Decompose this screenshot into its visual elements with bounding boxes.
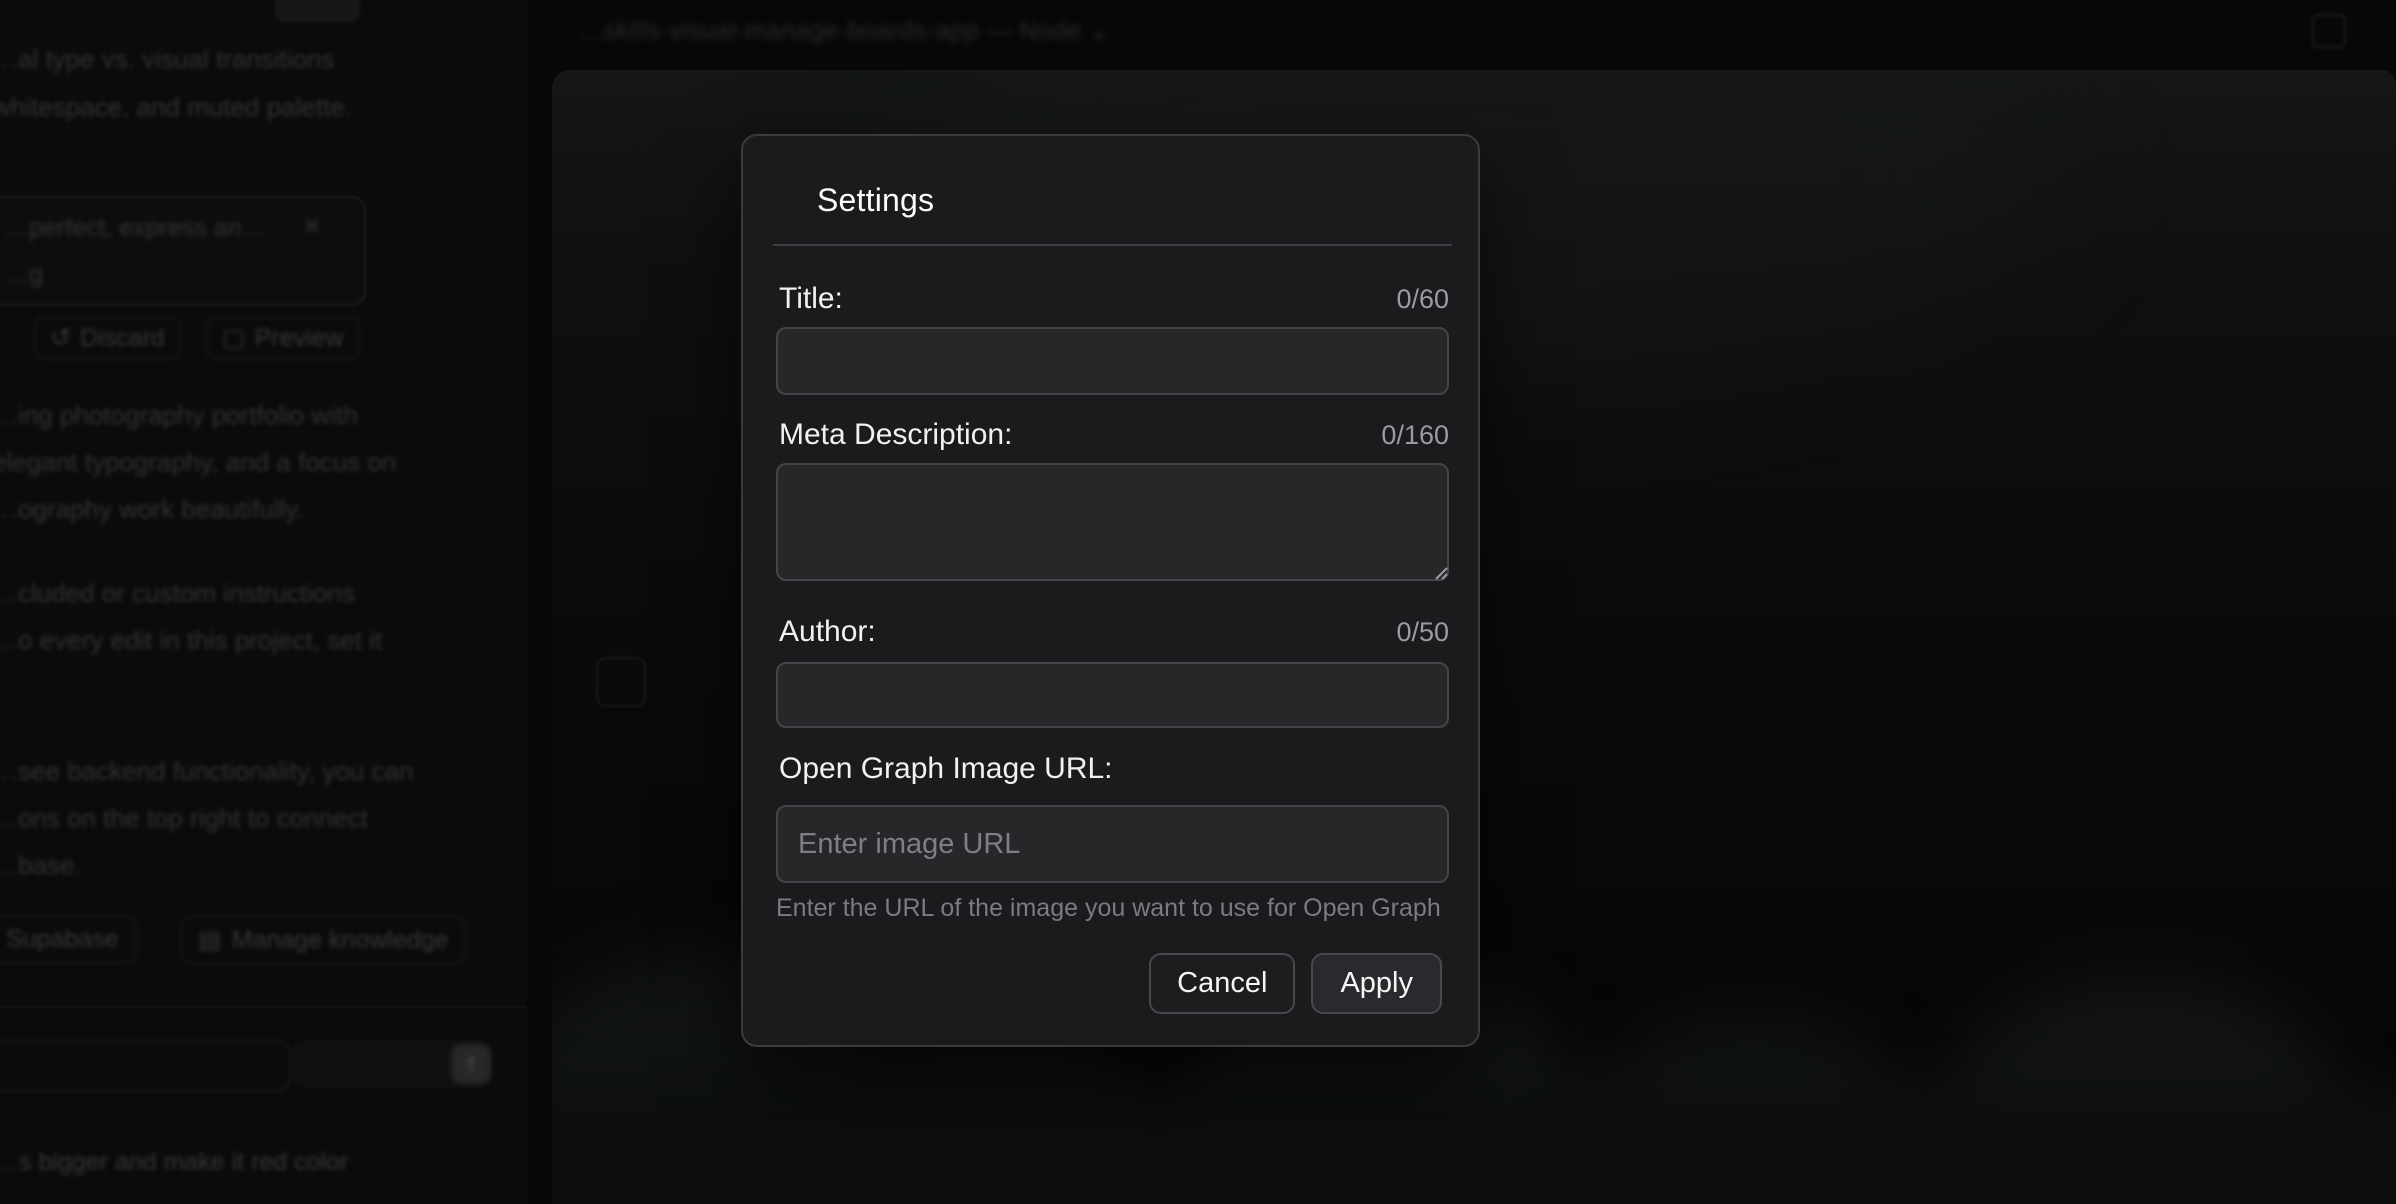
title-input[interactable] (776, 327, 1449, 395)
meta-description-counter: 0/160 (1381, 420, 1449, 451)
author-counter: 0/50 (1396, 617, 1449, 648)
author-field-row: Author: 0/50 (779, 615, 1449, 649)
og-image-url-input[interactable] (776, 805, 1449, 883)
modal-header-divider (773, 244, 1452, 246)
title-counter: 0/60 (1396, 284, 1449, 315)
author-input[interactable] (776, 662, 1449, 728)
author-label: Author: (779, 615, 876, 649)
settings-modal: Settings Title: 0/60 Meta Description: 0… (741, 134, 1480, 1047)
modal-title: Settings (817, 182, 934, 219)
og-image-field-row: Open Graph Image URL: (779, 752, 1449, 786)
resize-handle-icon[interactable] (1429, 561, 1449, 581)
cancel-button[interactable]: Cancel (1149, 953, 1295, 1014)
app-background: …al type vs. visual transitions whitespa… (0, 0, 2396, 1204)
meta-description-label: Meta Description: (779, 418, 1012, 452)
apply-button[interactable]: Apply (1311, 953, 1442, 1014)
meta-description-field-row: Meta Description: 0/160 (779, 418, 1449, 452)
modal-button-row: Cancel Apply (1149, 953, 1442, 1014)
meta-description-textarea[interactable] (776, 463, 1449, 581)
title-field-row: Title: 0/60 (779, 282, 1449, 316)
og-image-helper-text: Enter the URL of the image you want to u… (776, 894, 1455, 923)
og-image-url-label: Open Graph Image URL: (779, 752, 1113, 786)
title-label: Title: (779, 282, 843, 316)
